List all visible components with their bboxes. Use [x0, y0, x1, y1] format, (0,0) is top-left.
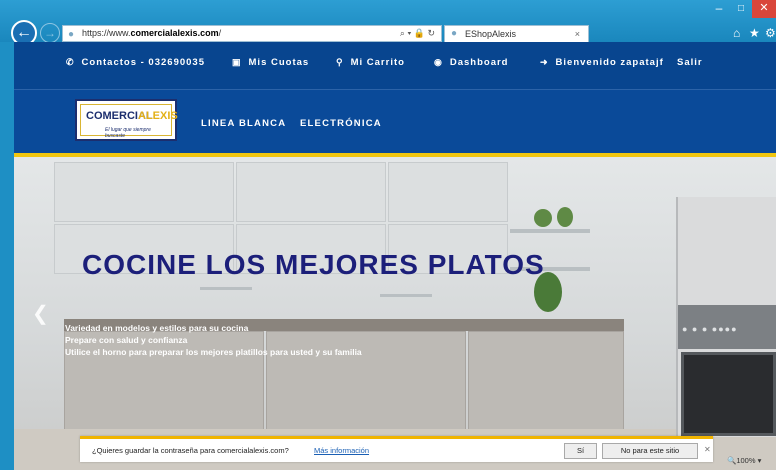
address-url[interactable]: https://www.comercialalexis.com/ — [82, 26, 221, 41]
site-logo[interactable]: COMERCIAL ALEXIS El lugar que siempre bu… — [75, 99, 178, 141]
hero-carousel: ● ● ● ●●●● COCINE LOS MEJORES PLATOS Var… — [14, 157, 776, 470]
upper-cabinet — [388, 162, 508, 222]
dashboard-icon: ◉ — [434, 57, 443, 67]
close-icon[interactable]: ✕ — [704, 445, 711, 454]
quotas-link[interactable]: ▣ Mis Cuotas — [232, 57, 309, 68]
lower-cabinet — [468, 331, 624, 431]
dashboard-label: Dashboard — [449, 57, 509, 68]
welcome-label: Bienvenido zapatajf — [555, 57, 664, 68]
upper-cabinet — [236, 162, 386, 222]
favorites-star-icon[interactable]: ★ — [749, 26, 760, 40]
save-password-no-button[interactable]: No para este sitio — [602, 443, 698, 459]
main-navigation: COMERCIAL ALEXIS El lugar que siempre bu… — [14, 90, 776, 153]
hero-title: COCINE LOS MEJORES PLATOS — [82, 249, 545, 280]
browser-toolbar: ← → ● https://www.comercialalexis.com/ ⌕… — [0, 0, 776, 46]
hero-line-2: Prepare con salud y confianza — [65, 335, 188, 345]
save-password-message: ¿Quieres guardar la contraseña para come… — [92, 446, 289, 455]
home-icon[interactable]: ⌂ — [733, 26, 740, 40]
browser-window: ← → ● https://www.comercialalexis.com/ ⌕… — [0, 0, 776, 470]
site-favicon-icon: ● — [68, 29, 75, 40]
potted-plant — [534, 209, 552, 227]
calendar-icon: ▣ — [232, 57, 242, 67]
welcome-text: ➜ Bienvenido zapatajf — [540, 57, 664, 68]
upper-cabinet — [54, 162, 234, 222]
carousel-prev-chevron-icon[interactable]: ❮ — [32, 301, 49, 326]
minimize-button[interactable]: – — [710, 2, 728, 16]
hero-line-3: Utilice el horno para preparar los mejor… — [65, 347, 362, 357]
close-window-button[interactable]: ✕ — [752, 0, 776, 18]
logo-brand-secondary: ALEXIS — [138, 110, 178, 122]
url-domain: comercialalexis.com — [130, 28, 219, 38]
phone-icon: ✆ — [66, 57, 75, 67]
cart-icon: ⚲ — [336, 57, 344, 67]
rail-shelf — [200, 287, 252, 290]
cart-link[interactable]: ⚲ Mi Carrito — [336, 57, 405, 68]
address-tools[interactable]: ⌕ ▾ 🔒 ↻ — [400, 26, 435, 41]
tab-favicon-icon: ● — [451, 28, 458, 39]
page-viewport: ✆ Contactos - 032690035 ▣ Mis Cuotas ⚲ Mi C… — [14, 42, 776, 470]
oven-door — [681, 352, 776, 436]
quotas-label: Mis Cuotas — [248, 57, 310, 68]
settings-gear-icon[interactable]: ⚙ — [765, 26, 776, 40]
logout-link[interactable]: Salir — [677, 57, 703, 68]
wall-shelf — [510, 229, 590, 233]
rail-shelf — [380, 294, 432, 297]
contact-link[interactable]: ✆ Contactos - 032690035 — [66, 57, 205, 68]
url-prefix: https://www. — [82, 28, 131, 38]
hero-description: Variedad en modelos y estilos para su co… — [65, 322, 362, 358]
save-password-bar: ¿Quieres guardar la contraseña para come… — [80, 436, 713, 462]
url-suffix: / — [218, 28, 222, 38]
browser-tab[interactable]: ● EShopAlexis × — [444, 25, 589, 42]
logo-slogan: El lugar que siempre buscaste — [105, 127, 151, 139]
sign-in-icon: ➜ — [540, 57, 549, 67]
tab-close-button[interactable]: × — [575, 26, 580, 42]
forward-arrow-icon: → — [44, 26, 56, 40]
logo-frame: COMERCIAL ALEXIS El lugar que siempre bu… — [80, 104, 178, 139]
nav-electronica[interactable]: ELECTRÓNICA — [300, 118, 382, 129]
dashboard-link[interactable]: ◉ Dashboard — [434, 57, 508, 68]
address-bar[interactable]: ● https://www.comercialalexis.com/ ⌕ ▾ 🔒… — [62, 25, 442, 42]
more-info-link[interactable]: Más información — [314, 446, 369, 455]
top-info-bar: ✆ Contactos - 032690035 ▣ Mis Cuotas ⚲ Mi C… — [14, 42, 776, 90]
nav-linea-blanca[interactable]: LINEA BLANCA — [201, 118, 286, 129]
forward-button[interactable]: → — [40, 23, 60, 43]
contact-label: Contactos - 032690035 — [81, 57, 205, 68]
maximize-button[interactable]: □ — [732, 2, 750, 16]
cart-label: Mi Carrito — [350, 57, 405, 68]
zoom-level[interactable]: 🔍100% ▾ — [727, 456, 761, 465]
save-password-yes-button[interactable]: Sí — [564, 443, 597, 459]
tab-title: EShopAlexis — [465, 29, 517, 39]
hero-line-1: Variedad en modelos y estilos para su co… — [65, 323, 249, 333]
potted-plant — [557, 207, 573, 227]
stove-knobs: ● ● ● ●●●● — [682, 324, 738, 334]
back-arrow-icon: ← — [16, 24, 32, 41]
